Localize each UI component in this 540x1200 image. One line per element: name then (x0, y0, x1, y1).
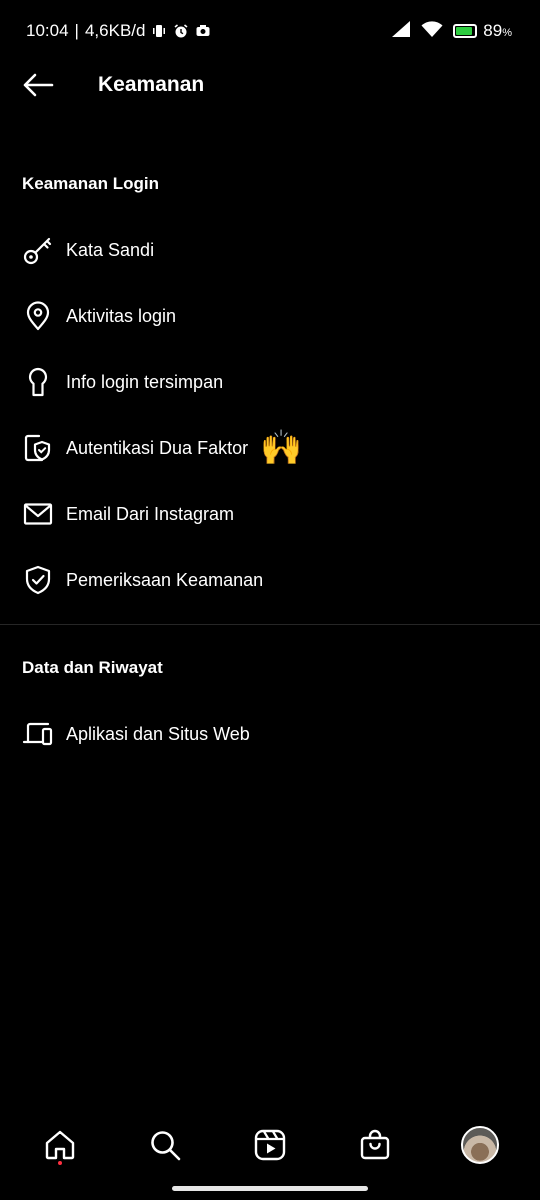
location-pin-icon (21, 299, 55, 333)
vibrate-icon (151, 23, 167, 39)
menu-item-two-factor-auth[interactable]: Autentikasi Dua Faktor 🙌 (0, 415, 540, 481)
nav-shop[interactable] (351, 1121, 399, 1169)
mail-icon (21, 497, 55, 531)
page-title: Keamanan (98, 73, 205, 96)
key-icon (21, 233, 55, 267)
menu-item-label: Aktivitas login (66, 305, 177, 326)
menu-item-login-activity[interactable]: Aktivitas login (0, 283, 540, 349)
notification-dot (58, 1161, 63, 1165)
home-icon (46, 1130, 75, 1160)
reels-icon (254, 1129, 286, 1161)
menu-item-label: Info login tersimpan (66, 371, 224, 392)
status-bar: 10:04 | 4,6KB/d 89% (0, 0, 540, 62)
section-title-data: Data dan Riwayat (22, 658, 163, 677)
nav-home[interactable] (36, 1121, 84, 1169)
gesture-home-indicator[interactable] (172, 1186, 368, 1191)
back-button[interactable] (20, 67, 56, 103)
screenshot-icon (195, 23, 211, 39)
search-icon (151, 1131, 181, 1161)
battery-percent: 89 (483, 21, 503, 40)
battery-text: 89% (483, 21, 512, 41)
shield-check-icon (21, 563, 55, 597)
battery-icon (453, 24, 478, 38)
battery-indicator: 89% (453, 21, 512, 41)
status-left: 10:04 | 4,6KB/d (26, 21, 211, 41)
status-right: 89% (391, 20, 512, 43)
menu-item-label: Kata Sandi (66, 239, 155, 260)
keyhole-icon (21, 365, 55, 399)
status-time: 10:04 (26, 21, 69, 40)
battery-unit: % (502, 27, 512, 39)
menu-item-email-from-instagram[interactable]: Email Dari Instagram (0, 481, 540, 547)
top-app-bar: Keamanan (0, 62, 540, 108)
section-title-login: Keamanan Login (22, 174, 159, 193)
menu-item-label: Aplikasi dan Situs Web (66, 723, 250, 744)
signal-icon (391, 20, 411, 43)
status-separator: | (74, 21, 79, 40)
shop-icon (360, 1129, 389, 1160)
menu-item-security-checkup[interactable]: Pemeriksaan Keamanan (0, 547, 540, 613)
arrow-left-icon (23, 73, 54, 97)
menu-item-label: Autentikasi Dua Faktor (66, 437, 249, 458)
menu-item-label: Pemeriksaan Keamanan (66, 569, 264, 590)
section-divider (0, 624, 540, 625)
nav-reels[interactable] (246, 1121, 294, 1169)
alarm-icon (173, 23, 189, 39)
nav-profile[interactable] (456, 1121, 504, 1169)
raising-hands-emoji: 🙌 (260, 429, 303, 467)
network-speed: 4,6KB/d (84, 21, 146, 40)
bottom-navigation (0, 1112, 540, 1178)
profile-avatar (460, 1126, 499, 1164)
shield-phone-icon (21, 431, 55, 465)
menu-item-saved-login-info[interactable]: Info login tersimpan (0, 349, 540, 415)
wifi-icon (421, 20, 443, 43)
devices-icon (21, 717, 55, 751)
battery-fill (456, 27, 473, 35)
menu-item-label: Email Dari Instagram (66, 503, 235, 524)
nav-search[interactable] (141, 1121, 189, 1169)
menu-item-password[interactable]: Kata Sandi (0, 217, 540, 283)
menu-item-apps-and-websites[interactable]: Aplikasi dan Situs Web (0, 701, 540, 767)
